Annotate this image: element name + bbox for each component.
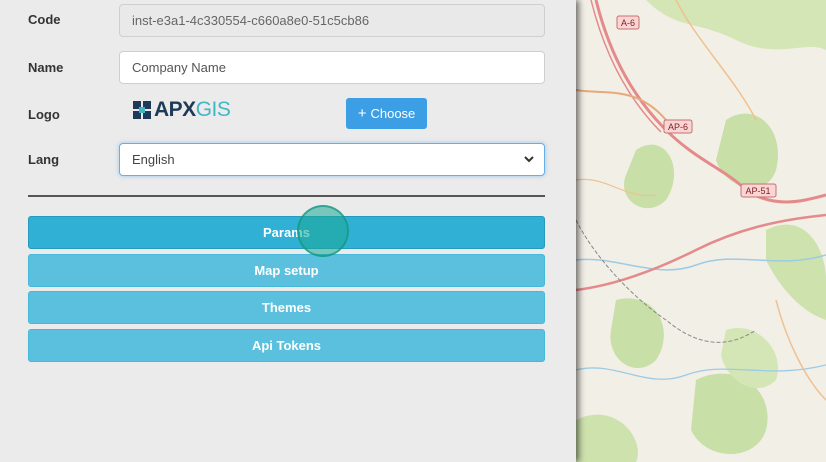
plus-icon: + — [357, 105, 367, 122]
section-divider — [28, 195, 545, 197]
logo-label: Logo — [28, 107, 60, 122]
road-label-a6: A-6 — [621, 18, 635, 28]
company-logo: APXGIS — [133, 98, 231, 122]
code-field[interactable]: inst-e3a1-4c330554-c660a8e0-51c5cb86 — [119, 4, 545, 37]
name-label: Name — [28, 60, 64, 75]
chevron-down-icon — [524, 156, 534, 163]
click-indicator — [297, 205, 349, 257]
params-button[interactable]: Params — [28, 216, 545, 249]
name-field[interactable]: Company Name — [119, 51, 545, 84]
apx-logo-icon — [133, 101, 151, 119]
map-setup-button[interactable]: Map setup — [28, 254, 545, 287]
code-label: Code — [28, 12, 61, 27]
instance-settings-panel: Code inst-e3a1-4c330554-c660a8e0-51c5cb8… — [0, 0, 576, 462]
choose-logo-button[interactable]: + Choose — [346, 98, 427, 129]
choose-label: Choose — [370, 106, 416, 121]
logo-wordmark: APXGIS — [154, 98, 231, 121]
lang-selected-value: English — [132, 152, 175, 167]
map-canvas: A-6 AP-6 AP-51 — [576, 0, 826, 462]
themes-button[interactable]: Themes — [28, 291, 545, 324]
lang-label: Lang — [28, 152, 60, 167]
lang-select[interactable]: English — [119, 143, 545, 176]
api-tokens-button[interactable]: Api Tokens — [28, 329, 545, 362]
map-view[interactable]: A-6 AP-6 AP-51 — [576, 0, 826, 462]
road-label-ap6: AP-6 — [668, 122, 688, 132]
road-label-ap51: AP-51 — [745, 186, 770, 196]
